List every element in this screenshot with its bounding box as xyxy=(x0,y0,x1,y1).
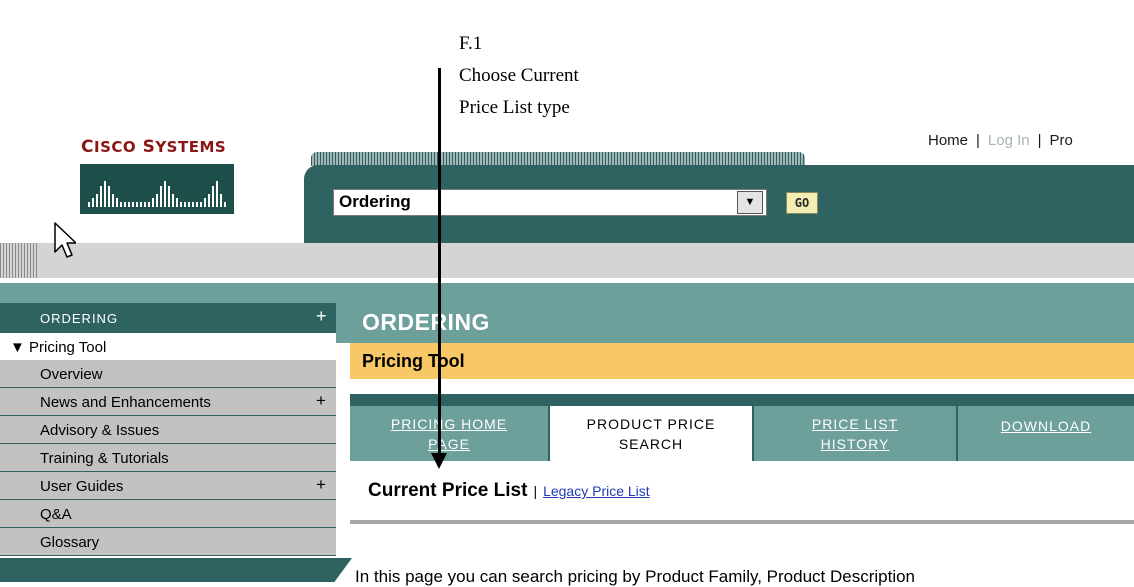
arrow-down-icon xyxy=(431,453,447,469)
mouse-cursor-icon xyxy=(52,221,77,266)
price-list-separator: | xyxy=(533,483,538,499)
tab-price-list-history[interactable]: PRICE LIST HISTORY xyxy=(754,406,958,461)
tab-download[interactable]: DOWNLOAD xyxy=(958,406,1134,461)
login-link[interactable]: Log In xyxy=(988,132,1030,149)
header-tab-decoration xyxy=(311,152,805,166)
grey-strip-decoration xyxy=(0,243,38,278)
expand-plus-icon[interactable]: + xyxy=(316,306,327,327)
tab-pricing-home-page[interactable]: PRICING HOME PAGE xyxy=(350,406,550,461)
top-nav-links: Home | Log In | Pro xyxy=(928,132,1073,149)
logo-rest-2: YSTEMS xyxy=(155,138,227,156)
section-title-bar xyxy=(350,343,1134,379)
intro-text: In this page you can search pricing by P… xyxy=(355,567,916,586)
section-title: Pricing Tool xyxy=(362,351,465,371)
annotation-arrow-line xyxy=(438,68,441,458)
annotation-id: F.1 xyxy=(459,33,483,54)
page-title: ORDERING xyxy=(362,309,490,335)
annotation-line-1: Choose Current xyxy=(459,65,579,86)
tabs-top-strip xyxy=(350,394,1134,406)
annotation-label: F.1 Choose Current Price List type xyxy=(459,28,579,124)
triangle-down-icon: ▼ xyxy=(10,339,25,356)
tab-label-line: SEARCH xyxy=(618,436,684,452)
teal-band xyxy=(0,283,1134,303)
sidebar-item-label: Glossary xyxy=(40,534,100,551)
pricing-tool-text: Pricing Tool xyxy=(29,339,107,356)
home-link[interactable]: Home xyxy=(928,132,968,149)
logo-cap-1: C xyxy=(81,137,94,157)
sidebar-footer-bar xyxy=(0,558,352,582)
tab-label-line: PRODUCT PRICE xyxy=(586,416,716,432)
cisco-logo-bridge[interactable] xyxy=(80,164,234,214)
tab-label-line: PRICING HOME xyxy=(390,416,508,432)
logo-cap-2: S xyxy=(142,137,156,157)
sidebar-title: ORDERING xyxy=(40,311,119,326)
price-list-type-row: Current Price List | Legacy Price List xyxy=(368,480,650,502)
sidebar-item-label: Q&A xyxy=(40,506,72,523)
chevron-down-icon[interactable]: ▼ xyxy=(737,191,763,214)
sidebar-item-label: Advisory & Issues xyxy=(40,422,160,439)
tab-label-line: PAGE xyxy=(428,436,470,452)
current-price-list-label: Current Price List xyxy=(368,480,528,501)
logo-rest-1: ISCO xyxy=(93,138,137,156)
section-select-value: Ordering xyxy=(339,192,411,211)
sidebar-item-label: User Guides xyxy=(40,478,124,495)
go-button[interactable]: GO xyxy=(786,192,818,214)
tab-label-line: PRICE LIST xyxy=(811,416,899,432)
tab-label-line: HISTORY xyxy=(820,436,890,452)
cisco-bridge-icon xyxy=(88,181,226,207)
tab-label-line: DOWNLOAD xyxy=(1000,418,1092,434)
expand-plus-icon[interactable]: + xyxy=(316,475,326,495)
cisco-logo-wordmark[interactable]: CISCO SYSTEMS xyxy=(81,137,226,157)
profile-link[interactable]: Pro xyxy=(1050,132,1073,149)
sidebar-item-pricing-tool-label: ▼ Pricing Tool xyxy=(10,339,106,356)
sidebar-item-label: Overview xyxy=(40,366,103,383)
sidebar-item-label: News and Enhancements xyxy=(40,394,211,411)
legacy-price-list-link[interactable]: Legacy Price List xyxy=(543,483,650,499)
tab-product-price-search[interactable]: PRODUCT PRICE SEARCH xyxy=(550,406,754,461)
grey-strip xyxy=(0,243,1134,278)
annotation-line-2: Price List type xyxy=(459,97,570,118)
sidebar-item-label: Training & Tutorials xyxy=(40,450,169,467)
expand-plus-icon[interactable]: + xyxy=(316,391,326,411)
section-divider xyxy=(350,520,1134,524)
top-nav-separator: | xyxy=(976,132,980,149)
top-nav-separator: | xyxy=(1037,132,1042,149)
